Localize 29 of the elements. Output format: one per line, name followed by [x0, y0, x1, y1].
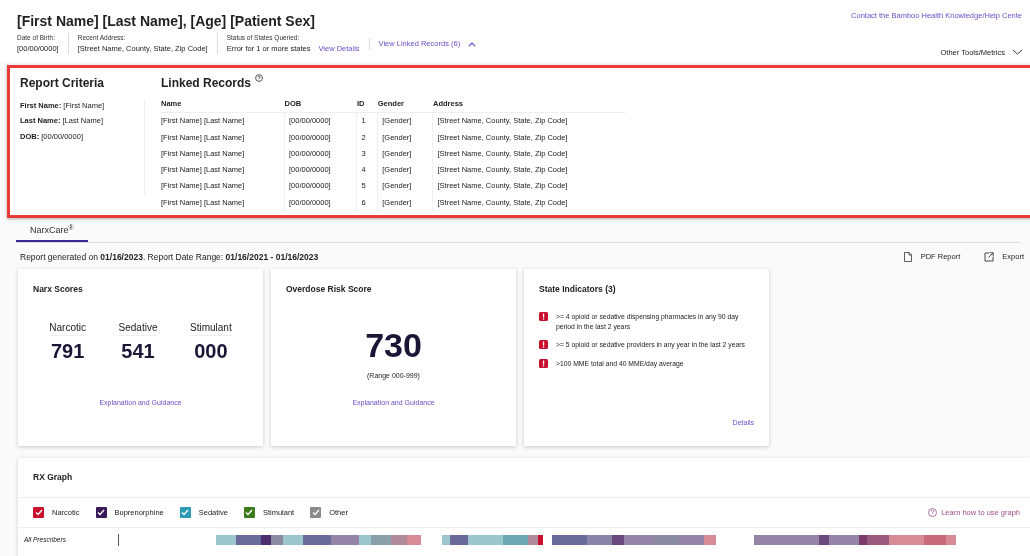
alert-icon — [539, 340, 548, 350]
panel-title: RX Graph — [18, 458, 1030, 498]
export-icon — [984, 251, 995, 262]
score-value: 541 — [120, 339, 156, 364]
score-value: 000 — [193, 339, 229, 364]
card-title: Narx Scores — [33, 283, 84, 296]
patient-name: [First Name] [Last Name], [Age] [Patient Sex] — [17, 14, 316, 30]
card-title: State Indicators (3) — [539, 283, 617, 296]
legend-checkbox[interactable] — [95, 507, 107, 519]
card-title: Overdose Risk Score — [286, 283, 373, 296]
help-icon[interactable] — [255, 74, 264, 82]
risk-score: 730 — [365, 325, 422, 366]
report-info: Report generated on 01/16/2023. Report Date Range: 01/16/2021 - 01/16/2023 — [20, 250, 319, 264]
section-title: Linked Records — [161, 75, 252, 92]
legend-checkbox[interactable] — [179, 507, 191, 519]
tab[interactable]: NarxCare$^{®}$ — [16, 222, 88, 242]
chevron-icon — [1013, 49, 1022, 55]
score-label: Stimulant — [190, 320, 232, 336]
score-label: Sedative — [118, 320, 158, 336]
section-title: Report Criteria — [20, 75, 106, 92]
legend-checkbox[interactable] — [243, 507, 255, 519]
alert-icon — [539, 312, 548, 321]
legend-checkbox[interactable] — [310, 507, 322, 519]
help-icon — [928, 508, 938, 518]
legend-checkbox[interactable] — [33, 507, 44, 519]
pdf-file-icon — [902, 251, 913, 262]
score-label: Narcotic — [49, 320, 86, 336]
score-value: 791 — [49, 339, 86, 364]
alert-icon — [539, 358, 548, 368]
